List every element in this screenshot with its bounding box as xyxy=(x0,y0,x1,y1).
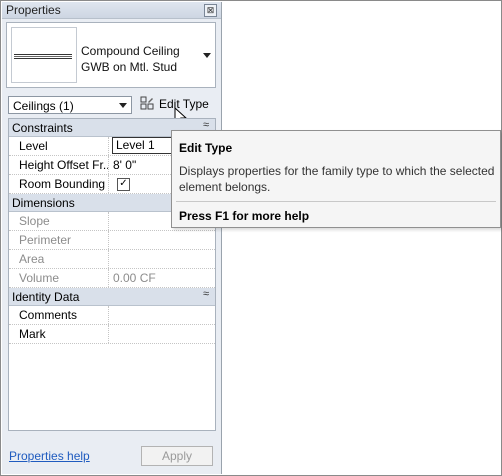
area-value xyxy=(113,250,213,268)
group-label: Constraints xyxy=(12,121,73,135)
properties-palette: Properties ⊠ Compound Ceiling GWB on Mtl… xyxy=(2,2,222,474)
type-name: Compound Ceiling GWB on Mtl. Stud xyxy=(81,43,199,75)
apply-button[interactable]: Apply xyxy=(141,446,213,466)
palette-title: Properties xyxy=(6,3,61,17)
property-name: Area xyxy=(9,250,109,268)
close-icon[interactable]: ⊠ xyxy=(204,4,217,17)
property-row-comments[interactable]: Comments xyxy=(9,306,215,325)
property-name: Height Offset Fr... xyxy=(9,156,109,174)
property-row-area: Area xyxy=(9,250,215,269)
property-name: Comments xyxy=(9,306,109,324)
palette-titlebar[interactable]: Properties ⊠ xyxy=(2,2,221,19)
property-row-volume: Volume 0.00 CF xyxy=(9,269,215,288)
property-name: Mark xyxy=(9,325,109,343)
chevron-down-icon[interactable] xyxy=(203,53,211,58)
property-name: Level xyxy=(9,137,109,155)
type-name-line1: Compound Ceiling xyxy=(81,44,180,58)
tooltip-help-hint: Press F1 for more help xyxy=(179,209,310,223)
palette-footer: Properties help Apply xyxy=(2,440,221,470)
type-selector[interactable]: Compound Ceiling GWB on Mtl. Stud xyxy=(6,22,216,88)
property-row-mark[interactable]: Mark xyxy=(9,325,215,344)
window-frame: Properties ⊠ Compound Ceiling GWB on Mtl… xyxy=(0,0,502,476)
ceiling-preview-icon xyxy=(11,27,77,83)
comments-field[interactable] xyxy=(113,306,213,324)
tooltip-title: Edit Type xyxy=(179,141,233,155)
instance-filter-value: Ceilings (1) xyxy=(13,99,74,113)
volume-value: 0.00 CF xyxy=(113,271,156,285)
tooltip-divider xyxy=(176,201,496,202)
edit-type-icon xyxy=(140,96,154,110)
property-name: Volume xyxy=(9,269,109,287)
type-name-line2: GWB on Mtl. Stud xyxy=(81,60,178,74)
property-row-perimeter: Perimeter xyxy=(9,231,215,250)
tooltip-body: Displays properties for the family type … xyxy=(179,164,495,194)
properties-help-link[interactable]: Properties help xyxy=(9,449,90,463)
instance-filter-dropdown[interactable]: Ceilings (1) xyxy=(8,96,132,114)
perimeter-value xyxy=(113,231,213,249)
property-name: Room Bounding xyxy=(9,175,109,193)
group-label: Identity Data xyxy=(12,290,80,304)
group-label: Dimensions xyxy=(12,196,75,210)
room-bounding-checkbox[interactable]: ✓ xyxy=(117,178,130,191)
property-name: Perimeter xyxy=(9,231,109,249)
edit-type-tooltip: Edit Type Displays properties for the fa… xyxy=(171,130,501,228)
mark-field[interactable] xyxy=(113,325,213,343)
property-name: Slope xyxy=(9,212,109,230)
collapse-icon[interactable]: ≈ xyxy=(203,288,209,300)
chevron-down-icon xyxy=(119,103,127,108)
group-identity-data[interactable]: Identity Data ≈ xyxy=(9,288,215,306)
